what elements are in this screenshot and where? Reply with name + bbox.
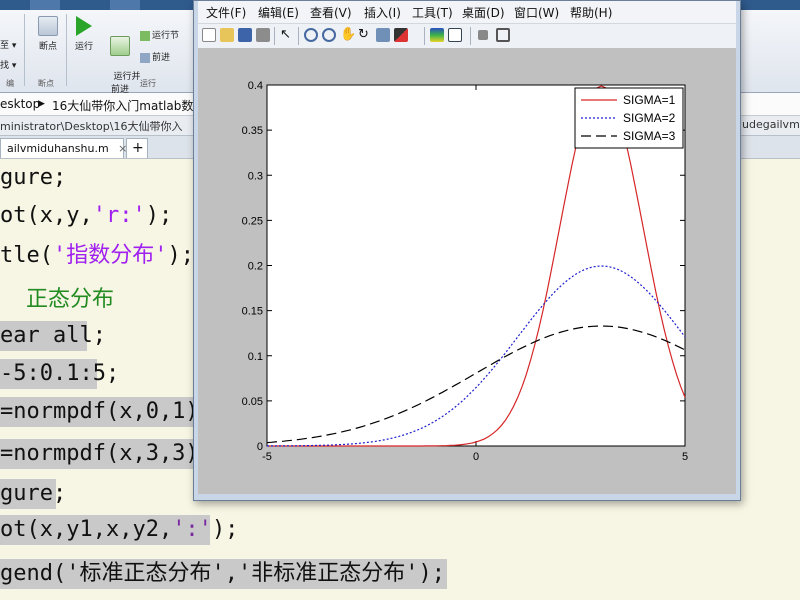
run-section-button[interactable]: 运行节 — [140, 28, 179, 41]
advance-icon — [140, 52, 150, 63]
figure-canvas: 0 0.05 0.1 0.15 0.2 0.25 0.3 0.35 0.4 -5 0 5 SIGMA=… — [198, 48, 736, 494]
run-button[interactable]: 运行 — [70, 16, 98, 52]
toolbar-separator — [274, 27, 275, 45]
x-tick-label: 5 — [682, 451, 688, 463]
legend-label: SIGMA=2 — [623, 111, 676, 125]
menu-insert[interactable]: 插入(I) — [364, 4, 401, 21]
editor-file-tab[interactable]: ailvmiduhanshu.m × — [0, 138, 127, 158]
address-segment[interactable]: 16大仙带你入门matlab数 — [52, 97, 193, 114]
x-tick-label: -5 — [262, 451, 272, 463]
toolbar-separator — [470, 27, 471, 45]
print-icon[interactable] — [256, 28, 270, 42]
open-icon[interactable] — [220, 28, 234, 42]
plot-axes[interactable]: 00.050.10.150.20.250.30.350.4-5 0 5 SIGMA=… — [198, 48, 736, 494]
address-segment[interactable]: esktop — [0, 97, 40, 111]
y-tick-label: 0.15 — [242, 306, 263, 318]
figure-window[interactable]: 文件(F) 编辑(E) 查看(V) 插入(I) 工具(T) 桌面(D) 窗口(W… — [193, 0, 741, 501]
file-tab-label: ailvmiduhanshu.m — [7, 142, 109, 155]
save-icon[interactable] — [238, 28, 252, 42]
goto-button[interactable]: 至 ▾ — [0, 38, 16, 51]
ribbon-separator — [66, 14, 67, 86]
menu-file[interactable]: 文件(F) — [206, 4, 246, 21]
ribbon-group-label: 断点 — [38, 79, 54, 88]
run-label: 运行 — [74, 42, 93, 52]
y-tick-label: 0.2 — [248, 261, 263, 273]
ribbon-tab[interactable] — [110, 0, 140, 10]
y-tick-label: 0.35 — [242, 125, 263, 137]
zoom-in-icon[interactable] — [304, 28, 318, 42]
advance-button[interactable]: 前进 — [140, 50, 170, 63]
menu-edit[interactable]: 编辑(E) — [258, 4, 299, 21]
code-line-selected[interactable]: gend('标准正态分布','非标准正态分布'); — [0, 559, 447, 589]
y-tick-label: 0.4 — [248, 80, 263, 92]
y-tick-label: 0.05 — [242, 396, 263, 408]
code-line[interactable]: tle('指数分布'); — [0, 241, 194, 271]
show-plot-tools-icon[interactable] — [496, 28, 510, 42]
ribbon-tab[interactable] — [30, 0, 60, 10]
menu-view[interactable]: 查看(V) — [310, 4, 352, 21]
file-path: ministrator\Desktop\16大仙带你入 — [0, 120, 183, 133]
rotate-icon[interactable]: ↻ — [358, 27, 372, 42]
toolbar-separator — [298, 27, 299, 45]
colorbar-icon[interactable] — [430, 28, 444, 42]
address-chevron-icon[interactable]: ▶ — [38, 99, 45, 109]
brush-icon[interactable] — [394, 28, 408, 42]
legend-label: SIGMA=1 — [623, 93, 676, 107]
y-tick-label: 0.3 — [248, 170, 263, 182]
toolbar-separator — [424, 27, 425, 45]
new-figure-icon[interactable] — [202, 28, 216, 42]
menu-help[interactable]: 帮助(H) — [570, 4, 612, 21]
section-title: 正态分布 — [26, 287, 115, 312]
file-path-right: udegailvm — [742, 118, 800, 131]
zoom-out-icon[interactable] — [322, 28, 336, 42]
code-line-selected[interactable]: ot(x,y1,x,y2,':'); — [0, 515, 238, 545]
code-line-selected[interactable]: gure; — [0, 479, 66, 509]
plus-icon: + — [132, 140, 144, 156]
run-section-icon — [140, 30, 150, 41]
pointer-icon[interactable]: ↖ — [280, 27, 294, 42]
legend: SIGMA=1 SIGMA=2 SIGMA=3 — [574, 87, 684, 149]
code-line-selected[interactable]: =normpdf(x,0,1); — [0, 397, 212, 427]
x-tick-label: 0 — [473, 451, 479, 463]
code-line-selected[interactable]: -5:0.1:5; — [0, 359, 119, 389]
advance-label: 前进 — [152, 53, 171, 63]
legend-label: SIGMA=3 — [623, 129, 676, 143]
run-advance-label: 运行并 前进 — [110, 72, 141, 95]
y-tick-label: 0.25 — [242, 215, 263, 227]
run-advance-icon — [110, 36, 130, 56]
code-line-selected[interactable]: ear all; — [0, 321, 106, 351]
legend-icon[interactable] — [448, 28, 462, 42]
breakpoints-button[interactable]: 断点 — [34, 16, 62, 52]
find-button[interactable]: 找 ▾ — [0, 58, 16, 71]
new-tab-button[interactable]: + — [126, 138, 148, 158]
breakpoints-icon — [38, 16, 58, 36]
figure-toolbar: ↖ ✋ ↻ — [198, 23, 736, 49]
pan-icon[interactable]: ✋ — [340, 27, 356, 42]
ribbon-group-label: 编 — [6, 79, 14, 88]
run-icon — [76, 16, 92, 36]
ribbon-group-label: 运行 — [140, 79, 156, 88]
code-line[interactable]: ot(x,y,'r:'); — [0, 201, 172, 231]
code-line-selected[interactable]: =normpdf(x,3,3); — [0, 439, 212, 469]
hide-plot-tools-icon[interactable] — [478, 30, 488, 40]
y-tick-label: 0.1 — [248, 351, 263, 363]
run-section-label: 运行节 — [152, 31, 180, 41]
code-line[interactable]: gure; — [0, 163, 66, 193]
ribbon-separator — [24, 14, 25, 86]
figure-menu-bar: 文件(F) 编辑(E) 查看(V) 插入(I) 工具(T) 桌面(D) 窗口(W… — [198, 1, 736, 23]
breakpoints-label: 断点 — [38, 42, 57, 52]
menu-window[interactable]: 窗口(W) — [514, 4, 559, 21]
menu-tools[interactable]: 工具(T) — [412, 4, 453, 21]
menu-desktop[interactable]: 桌面(D) — [462, 4, 505, 21]
run-advance-button[interactable]: 运行并 前进 — [102, 16, 141, 105]
data-cursor-icon[interactable] — [376, 28, 390, 42]
